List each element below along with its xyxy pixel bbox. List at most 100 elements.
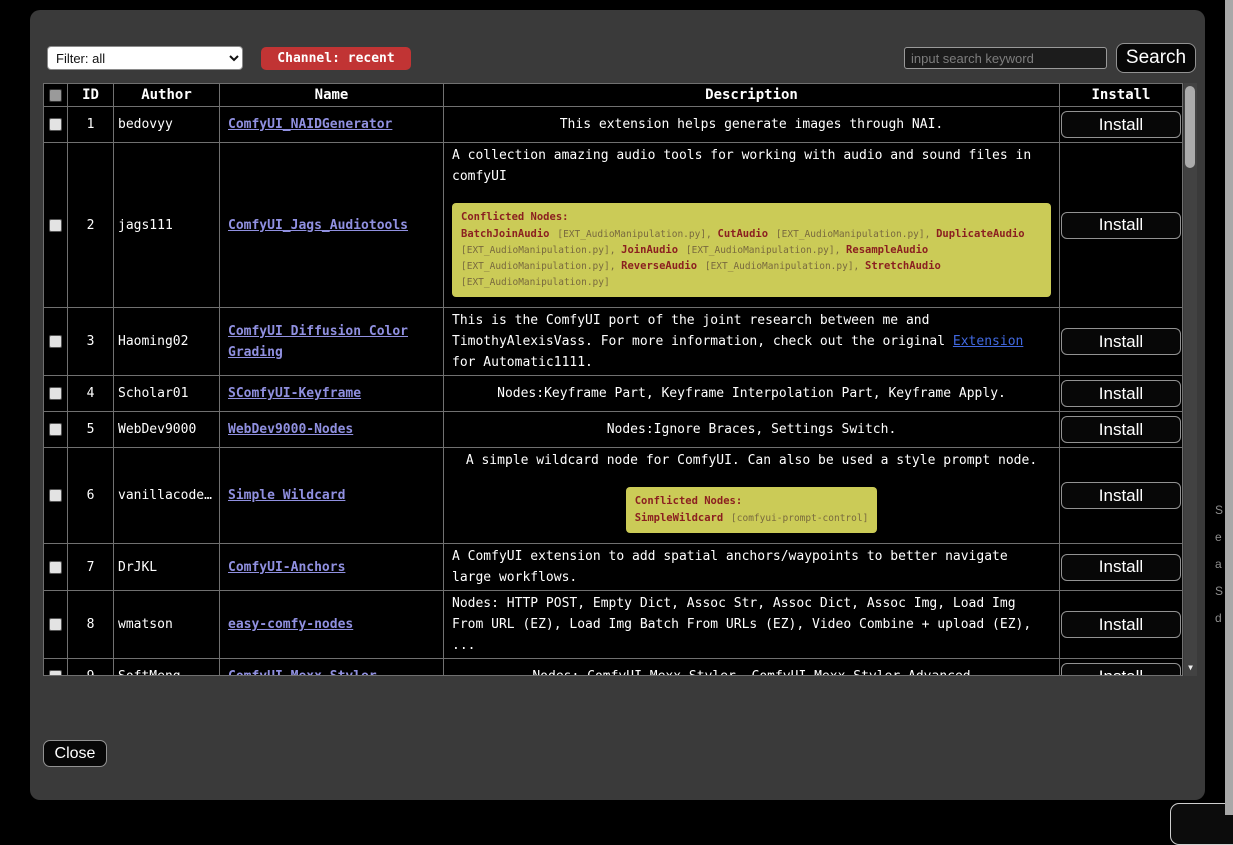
row-checkbox[interactable] [49,618,62,631]
table-row: 7DrJKL ComfyUI-Anchors A ComfyUI extension… [44,544,1182,591]
author-text: Scholar01 [118,386,188,401]
page-scrollbar[interactable] [1225,0,1233,815]
close-button[interactable]: Close [43,740,107,767]
background-text-fragment: S [1215,584,1223,598]
conflict-node: StretchAudio [865,260,941,272]
row-checkbox[interactable] [49,561,62,574]
checkbox-cell [44,412,68,447]
description-text: Nodes: HTTP POST, Empty Dict, Assoc Str,… [452,593,1051,656]
description-segment: Nodes:Ignore Braces, Settings Switch. [607,422,897,437]
search-button[interactable]: Search [1116,43,1196,73]
node-name-link[interactable]: ComfyUI_Jags_Audiotools [228,215,408,236]
row-description: A simple wildcard node for ComfyUI. Can … [444,448,1060,543]
row-id: 5 [68,412,114,447]
search-input[interactable] [904,47,1107,69]
row-name: ComfyUI_Jags_Audiotools [220,143,444,307]
node-name-link[interactable]: easy-comfy-nodes [228,614,353,635]
filter-select[interactable]: Filter: all [47,46,243,70]
conflict-node: ReverseAudio [621,260,697,272]
header-description: Description [444,84,1060,106]
node-name-link[interactable]: ComfyUI_NAIDGenerator [228,114,392,135]
install-cell: Install [1060,448,1182,543]
node-name-link[interactable]: ComfyUI Diffusion Color Grading [228,321,435,363]
table-scrollbar[interactable]: ▼ [1184,83,1197,676]
row-author: Scholar01 [114,376,220,411]
table-row: 8wmatsoneasy-comfy-nodesNodes: HTTP POST… [44,591,1182,659]
row-name: ComfyUI_Mexx_Styler [220,659,444,676]
checkbox-cell [44,448,68,543]
row-description: A collection amazing audio tools for wor… [444,143,1060,307]
install-cell: Install [1060,659,1182,676]
install-button[interactable]: Install [1061,328,1181,355]
partial-background-button[interactable] [1170,803,1233,845]
node-name-link[interactable]: SComfyUI-Keyframe [228,383,361,404]
conflict-node: DuplicateAudio [936,228,1025,240]
row-checkbox[interactable] [49,423,62,436]
install-cell: Install [1060,591,1182,658]
author-text: bedovyy [118,117,173,132]
row-author: DrJKL [114,544,220,590]
conflict-ref: [EXT_AudioManipulation.py] [461,277,610,288]
header-install: Install [1060,84,1182,106]
install-cell: Install [1060,143,1182,307]
row-id: 2 [68,143,114,307]
checkbox-cell [44,308,68,375]
conflict-ref: [EXT_AudioManipulation.py], [686,245,846,256]
install-button[interactable]: Install [1061,416,1181,443]
node-name-link[interactable]: ComfyUI_Mexx_Styler [228,666,377,676]
conflict-title: Conflicted Nodes: [635,494,869,509]
description-text: A ComfyUI extension to add spatial ancho… [452,546,1051,588]
install-button[interactable]: Install [1061,380,1181,407]
table-row: 1bedovyyComfyUI_NAIDGeneratorThis extens… [44,107,1182,143]
nodes-table: ID Author Name Description Install 1 bedo… [43,83,1183,676]
author-text: wmatson [118,617,173,632]
row-id: 4 [68,376,114,411]
node-name-link[interactable]: WebDev9000-Nodes [228,419,353,440]
row-name: ComfyUI_NAIDGenerator [220,107,444,142]
conflict-title: Conflicted Nodes: [461,210,1042,225]
install-button[interactable]: Install [1061,111,1181,138]
row-description: A ComfyUI extension to add spatial ancho… [444,544,1060,590]
node-name-link[interactable]: Simple Wildcard [228,485,345,506]
select-all-checkbox[interactable] [49,89,62,102]
row-checkbox[interactable] [49,219,62,232]
header-checkbox-cell [44,84,68,106]
install-button[interactable]: Install [1061,663,1181,676]
install-cell: Install [1060,544,1182,590]
header-name: Name [220,84,444,106]
author-text: WebDev9000 [118,422,196,437]
description-segment: Nodes: ComfyUI Mexx Styler, ComfyUI Mexx… [532,669,970,676]
row-description: Nodes: ComfyUI Mexx Styler, ComfyUI Mexx… [444,659,1060,676]
install-button[interactable]: Install [1061,554,1181,581]
install-cell: Install [1060,376,1182,411]
row-checkbox[interactable] [49,118,62,131]
row-checkbox[interactable] [49,670,62,676]
row-id: 1 [68,107,114,142]
conflict-ref: [EXT_AudioManipulation.py], [776,229,936,240]
install-button[interactable]: Install [1061,482,1181,509]
conflict-ref: [EXT_AudioManipulation.py], [461,245,621,256]
description-segment: A collection amazing audio tools for wor… [452,148,1031,184]
author-text: vanillacode314 [118,488,215,503]
description-segment: for Automatic1111. [452,355,593,370]
table-row: 5 WebDev9000 WebDev9000-Nodes Nodes:Ignore … [44,412,1182,448]
row-checkbox[interactable] [49,335,62,348]
description-link[interactable]: Extension [953,334,1023,349]
table-body: 1bedovyyComfyUI_NAIDGeneratorThis extens… [44,107,1182,676]
table-scrollbar-thumb[interactable] [1185,86,1195,168]
conflict-ref: [comfyui-prompt-control] [731,513,868,524]
row-checkbox[interactable] [49,489,62,502]
row-name: Simple Wildcard [220,448,444,543]
install-button[interactable]: Install [1061,611,1181,638]
table-row: 4Scholar01SComfyUI-KeyframeNodes:Keyfram… [44,376,1182,412]
row-name: ComfyUI-Anchors [220,544,444,590]
row-author: WebDev9000 [114,412,220,447]
scroll-down-arrow[interactable]: ▼ [1184,661,1197,674]
description-text: A simple wildcard node for ComfyUI. Can … [466,450,1037,471]
node-name-link[interactable]: ComfyUI-Anchors [228,557,345,578]
row-id: 7 [68,544,114,590]
row-checkbox[interactable] [49,387,62,400]
row-author: wmatson [114,591,220,658]
table-header-row: ID Author Name Description Install [44,84,1182,107]
install-button[interactable]: Install [1061,212,1181,239]
